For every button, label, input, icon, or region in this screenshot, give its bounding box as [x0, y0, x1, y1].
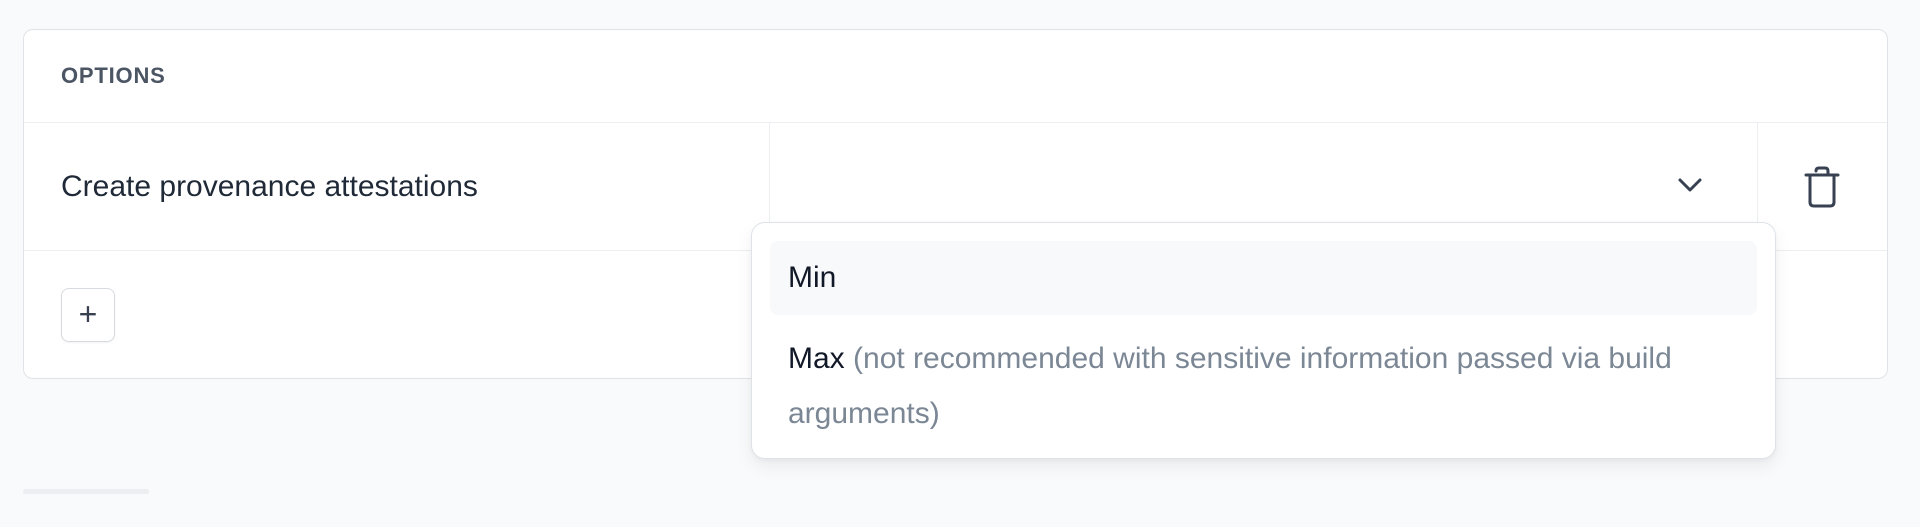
- option-label-cell: Create provenance attestations: [24, 123, 770, 250]
- trash-icon[interactable]: [1802, 165, 1842, 209]
- bottom-divider: [23, 489, 149, 494]
- options-header: OPTIONS: [24, 30, 1887, 123]
- option-delete-cell: [1758, 123, 1887, 250]
- dropdown-item-min[interactable]: Min: [770, 241, 1757, 315]
- dropdown-item-max[interactable]: Max (not recommended with sensitive info…: [770, 323, 1757, 441]
- plus-icon: +: [78, 296, 98, 332]
- dropdown-item-hint: (not recommended with sensitive informat…: [788, 342, 1672, 430]
- dropdown-item-label: Min: [788, 261, 837, 294]
- chevron-down-icon: [1678, 178, 1702, 192]
- option-value-dropdown: Min Max (not recommended with sensitive …: [751, 222, 1776, 459]
- dropdown-item-label: Max: [788, 342, 845, 375]
- option-label: Create provenance attestations: [61, 169, 478, 203]
- add-option-button[interactable]: +: [61, 288, 115, 342]
- options-title: OPTIONS: [61, 63, 166, 88]
